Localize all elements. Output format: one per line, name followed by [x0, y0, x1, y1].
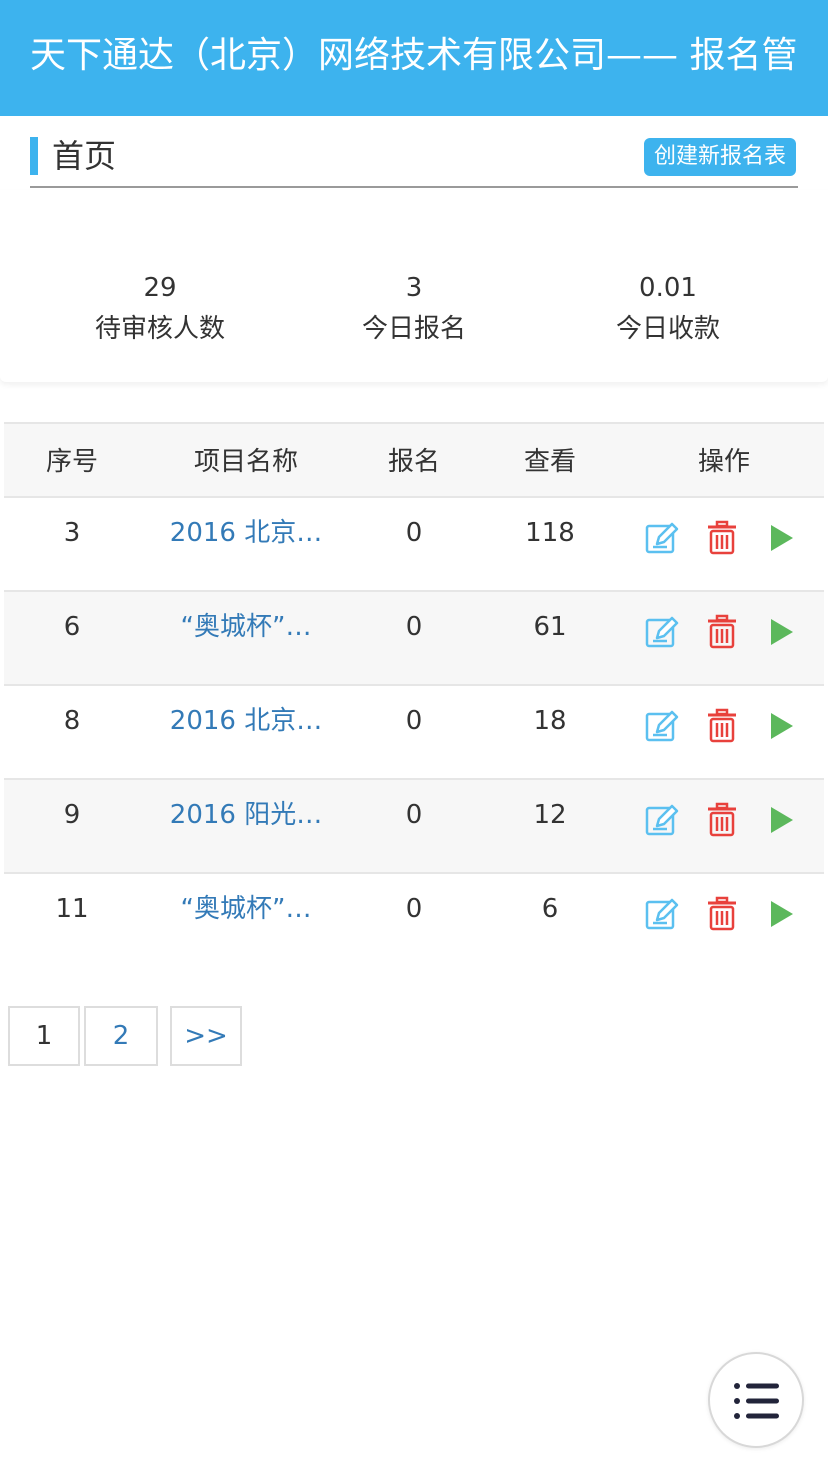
table-row: 8 2016 北京… 0 18 [4, 686, 824, 780]
row-views: 6 [541, 894, 559, 924]
row-actions [644, 896, 804, 932]
project-table: 序号 项目名称 报名 查看 操作 3 2016 北京… 0 118 6 “奥城杯”… 0 61… [4, 422, 824, 968]
stat-today-payment[interactable]: 0.01 今日收款 [548, 272, 788, 348]
play-icon[interactable] [762, 896, 798, 932]
row-actions [644, 802, 804, 838]
table-row: 11 “奥城杯”… 0 6 [4, 874, 824, 968]
table-row: 3 2016 北京… 0 118 [4, 498, 824, 592]
trash-icon[interactable] [704, 896, 740, 932]
next-page-button[interactable]: >> [170, 1006, 242, 1066]
project-name-link[interactable]: 2016 阳光… [140, 798, 352, 832]
row-id: 6 [63, 612, 81, 642]
stat-label: 今日报名 [361, 314, 466, 344]
table-row: 9 2016 阳光… 0 12 [4, 780, 824, 874]
stat-value: 0.01 [639, 273, 697, 303]
row-id: 3 [63, 518, 81, 548]
menu-fab-button[interactable] [708, 1352, 804, 1448]
create-form-button[interactable]: 创建新报名表 [643, 138, 796, 176]
header-name: 项目名称 [193, 447, 298, 477]
edit-icon[interactable] [644, 896, 680, 932]
row-views: 61 [533, 612, 567, 642]
play-icon[interactable] [762, 520, 798, 556]
stat-value: 29 [143, 273, 177, 303]
section-accent [30, 137, 38, 175]
list-menu-icon [734, 1383, 779, 1419]
row-id: 11 [55, 894, 89, 924]
project-name-link[interactable]: “奥城杯”… [140, 892, 352, 926]
project-name-link[interactable]: 2016 北京… [140, 704, 352, 738]
project-name-link[interactable]: “奥城杯”… [140, 610, 352, 644]
play-icon[interactable] [762, 802, 798, 838]
row-signups: 0 [405, 800, 423, 830]
stat-label: 今日收款 [615, 314, 720, 344]
row-views: 18 [533, 706, 567, 736]
row-actions [644, 520, 804, 556]
trash-icon[interactable] [704, 802, 740, 838]
stats-panel: 29 待审核人数 3 今日报名 0.01 今日收款 [0, 190, 828, 382]
row-views: 12 [533, 800, 567, 830]
row-actions [644, 708, 804, 744]
header-views: 查看 [523, 447, 576, 477]
trash-icon[interactable] [704, 614, 740, 650]
table-row: 6 “奥城杯”… 0 61 [4, 592, 824, 686]
trash-icon[interactable] [704, 708, 740, 744]
edit-icon[interactable] [644, 520, 680, 556]
page-2-button[interactable]: 2 [84, 1006, 158, 1066]
row-signups: 0 [405, 894, 423, 924]
stat-value: 3 [405, 273, 423, 303]
stat-label: 待审核人数 [94, 314, 225, 344]
trash-icon[interactable] [704, 520, 740, 556]
row-actions [644, 614, 804, 650]
project-name-link[interactable]: 2016 北京… [140, 516, 352, 550]
edit-icon[interactable] [644, 614, 680, 650]
header-id: 序号 [45, 447, 98, 477]
row-signups: 0 [405, 518, 423, 548]
stat-today-signups[interactable]: 3 今日报名 [294, 272, 534, 348]
page-1-button[interactable]: 1 [8, 1006, 80, 1066]
row-id: 9 [63, 800, 81, 830]
section-bar: 首页 创建新报名表 [30, 134, 798, 188]
row-views: 118 [525, 518, 575, 548]
row-signups: 0 [405, 612, 423, 642]
app-header: 天下通达（北京）网络技术有限公司—— 报名管 [0, 0, 828, 116]
play-icon[interactable] [762, 614, 798, 650]
page-title: 首页 [52, 137, 117, 175]
table-body: 3 2016 北京… 0 118 6 “奥城杯”… 0 61 8 2016 北京… 0 18 9 2016… [4, 498, 824, 968]
row-signups: 0 [405, 706, 423, 736]
header-actions: 操作 [697, 447, 750, 477]
app-title: 天下通达（北京）网络技术有限公司—— 报名管 [30, 35, 798, 76]
table-header: 序号 项目名称 报名 查看 操作 [4, 422, 824, 498]
edit-icon[interactable] [644, 802, 680, 838]
play-icon[interactable] [762, 708, 798, 744]
header-signups: 报名 [387, 447, 440, 477]
row-id: 8 [63, 706, 81, 736]
edit-icon[interactable] [644, 708, 680, 744]
stat-pending[interactable]: 29 待审核人数 [40, 272, 280, 348]
